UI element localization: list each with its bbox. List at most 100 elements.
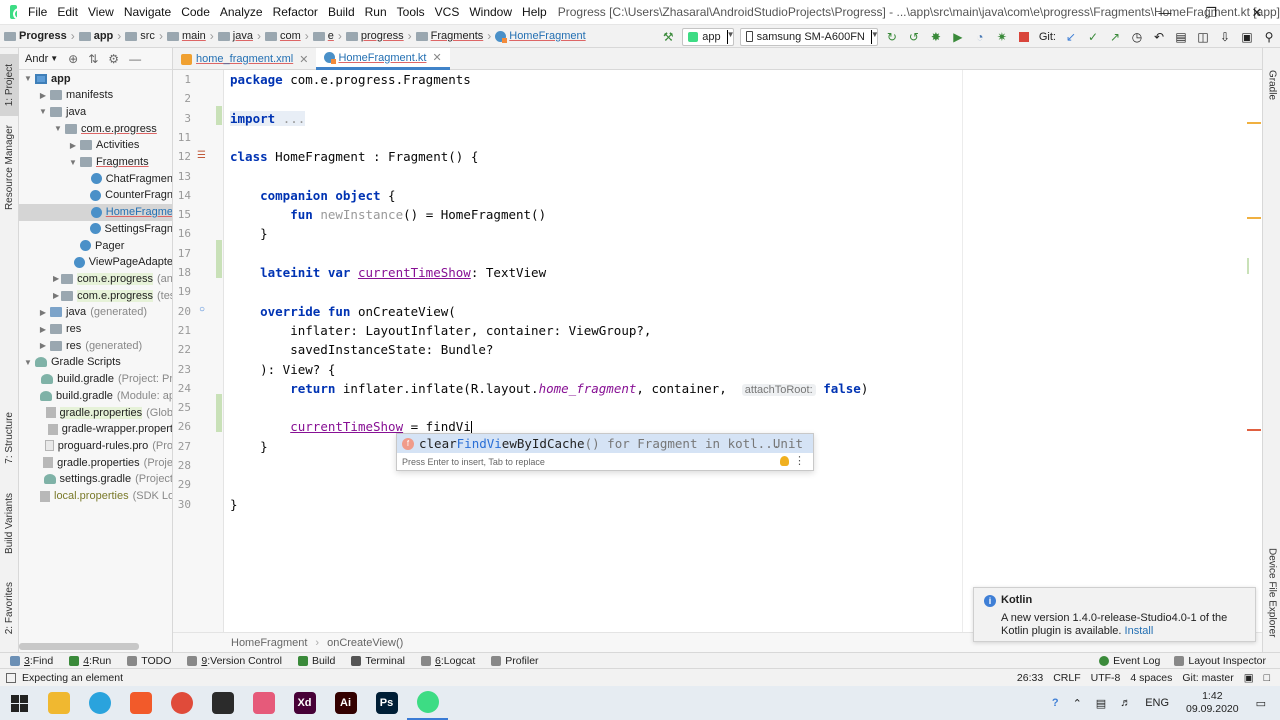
lock-icon[interactable]: ▣ <box>1244 672 1254 684</box>
avd-manager-icon[interactable]: ◫ <box>1196 30 1210 44</box>
code-line[interactable]: import ... <box>230 109 306 128</box>
taskbar-app-chrome[interactable] <box>161 686 202 720</box>
chevron-down-icon[interactable]: ▼ <box>23 358 33 367</box>
minimize-panel-icon[interactable]: — <box>129 52 141 66</box>
code-line[interactable]: lateinit var currentTimeShow: TextView <box>230 263 546 282</box>
tool-windows-icon[interactable] <box>6 673 16 683</box>
taskbar-app-photoshop[interactable]: Ps <box>366 686 407 720</box>
close-icon[interactable]: ✕ <box>299 53 308 66</box>
chevron-down-icon[interactable]: ▼ <box>53 124 63 133</box>
code-line[interactable]: override fun onCreateView( <box>230 302 456 321</box>
notifications-icon[interactable]: ▭ <box>1256 697 1266 710</box>
tab-home-fragment-kt[interactable]: HomeFragment.kt ✕ <box>316 48 450 70</box>
code-line[interactable]: inflater: LayoutInflater, container: Vie… <box>230 321 651 340</box>
tab-device-file-explorer[interactable]: Device File Explorer <box>1263 548 1280 648</box>
menu-tools[interactable]: Tools <box>392 5 430 19</box>
lightbulb-icon[interactable] <box>780 456 789 466</box>
git-push-icon[interactable]: ↗ <box>1108 30 1122 44</box>
close-icon[interactable]: ✕ <box>1234 0 1280 25</box>
chevron-up-icon[interactable]: ⌃ <box>1073 697 1082 710</box>
code-line[interactable]: return inflater.inflate(R.layout.home_fr… <box>230 379 868 398</box>
warning-stripe[interactable] <box>1247 122 1261 124</box>
tree-item[interactable]: ▶ manifests <box>19 87 172 104</box>
tool-tab-todo[interactable]: TODO <box>127 655 171 667</box>
run-gutter-icon[interactable]: ☰ <box>197 150 206 161</box>
code-line[interactable]: ): View? { <box>230 360 335 379</box>
crumb-e[interactable]: e › <box>309 29 342 43</box>
caret-position[interactable]: 26:33 <box>1017 672 1043 684</box>
menu-vcs[interactable]: VCS <box>430 5 465 19</box>
chevron-right-icon[interactable]: ▶ <box>38 308 48 317</box>
run-config-select[interactable]: app ▼ <box>682 27 735 46</box>
tree-item[interactable]: settings.gradle (Project <box>19 471 172 488</box>
rollback-icon[interactable]: ↶ <box>1152 30 1166 44</box>
close-icon[interactable]: ✕ <box>432 51 441 64</box>
scrollbar[interactable] <box>19 643 139 650</box>
chevron-down-icon[interactable]: ▼ <box>50 54 58 63</box>
tab-build-variants[interactable]: Build Variants <box>0 488 19 558</box>
chevron-right-icon[interactable]: ▶ <box>53 291 59 300</box>
chevron-right-icon[interactable]: ▶ <box>38 325 48 334</box>
gear-icon[interactable]: ⚙ <box>108 52 119 66</box>
chevron-right-icon[interactable]: ▶ <box>53 274 59 283</box>
tool-tab-terminal[interactable]: Terminal <box>351 655 405 667</box>
crumb-com[interactable]: com › <box>261 29 309 43</box>
tree-item[interactable]: ▼ Fragments <box>19 154 172 171</box>
taskbar-app-android-studio[interactable] <box>407 686 448 720</box>
hammer-icon[interactable]: ⚒ <box>661 30 675 44</box>
chevron-right-icon[interactable]: ▶ <box>38 91 48 100</box>
code-line[interactable]: } <box>230 437 268 456</box>
tree-item[interactable]: ▼ java <box>19 103 172 120</box>
crumb-main[interactable]: main › <box>163 29 214 43</box>
menu-analyze[interactable]: Analyze <box>215 5 268 19</box>
layout-icon[interactable]: ▣ <box>1240 30 1254 44</box>
code-editor[interactable]: package com.e.progress.Fragments import .… <box>224 70 1262 632</box>
tree-item[interactable]: ▶ Activities <box>19 137 172 154</box>
crumb-module[interactable]: app › <box>75 29 121 43</box>
network-icon[interactable]: ▤ <box>1096 697 1106 710</box>
breadcrumb-function[interactable]: onCreateView() <box>327 637 403 649</box>
taskbar-app-figma[interactable] <box>202 686 243 720</box>
menu-navigate[interactable]: Navigate <box>119 5 176 19</box>
file-encoding[interactable]: UTF-8 <box>1091 672 1121 684</box>
taskbar-app-illustrator[interactable]: Ai <box>325 686 366 720</box>
tool-tab-run[interactable]: 4: Run <box>69 655 111 667</box>
menu-code[interactable]: Code <box>176 5 215 19</box>
git-update-icon[interactable]: ↙ <box>1064 30 1078 44</box>
tree-item[interactable]: local.properties (SDK Lo <box>19 488 172 505</box>
code-line[interactable]: } <box>230 224 268 243</box>
tool-tab-version-control[interactable]: 9: Version Control <box>187 655 282 667</box>
project-view-select[interactable]: Andr <box>25 53 48 65</box>
menu-edit[interactable]: Edit <box>52 5 83 19</box>
menu-window[interactable]: Window <box>464 5 517 19</box>
tab-home-fragment-xml[interactable]: home_fragment.xml ✕ <box>173 48 316 70</box>
editor-gutter[interactable]: ☰ ○ 1 2 3 11 12 13 14 15 16 17 18 19 20 21 22 23 24 25 26 2… <box>173 70 224 632</box>
apply-changes-icon[interactable]: ↺ <box>907 30 921 44</box>
tool-tab-profiler[interactable]: Profiler <box>491 655 539 667</box>
crumb-project[interactable]: Progress › <box>0 29 75 43</box>
tree-item[interactable]: HomeFragme <box>19 203 172 221</box>
stop-icon[interactable] <box>1017 30 1031 44</box>
clock[interactable]: 1:42 09.09.2020 <box>1186 690 1239 716</box>
tree-item[interactable]: gradle.properties (Glob <box>19 404 172 421</box>
menu-refactor[interactable]: Refactor <box>268 5 323 19</box>
volume-icon[interactable]: ♬ <box>1120 697 1131 709</box>
taskbar-app-file-explorer[interactable] <box>38 686 79 720</box>
taskbar-app-sketchbook[interactable] <box>243 686 284 720</box>
tool-tab-logcat[interactable]: 6: Logcat <box>421 655 475 667</box>
git-branch[interactable]: Git: master <box>1182 672 1233 684</box>
install-link[interactable]: Install <box>1125 625 1154 637</box>
crumb-homefragment[interactable]: HomeFragment <box>491 30 586 43</box>
crumb-fragments[interactable]: Fragments › <box>412 29 491 43</box>
crumb-progress[interactable]: progress › <box>342 29 412 43</box>
line-separator[interactable]: CRLF <box>1053 672 1080 684</box>
warning-stripe[interactable] <box>1247 217 1261 219</box>
tool-tab-find[interactable]: 3: Find <box>10 655 53 667</box>
tab-gradle[interactable]: Gradle <box>1263 70 1280 120</box>
tree-item[interactable]: ▶ res (generated) <box>19 337 172 354</box>
error-stripe[interactable] <box>1247 429 1261 431</box>
windows-start-button[interactable] <box>0 686 38 720</box>
indent-setting[interactable]: 4 spaces <box>1130 672 1172 684</box>
breadcrumb-class[interactable]: HomeFragment <box>231 637 307 649</box>
menu-run[interactable]: Run <box>360 5 392 19</box>
